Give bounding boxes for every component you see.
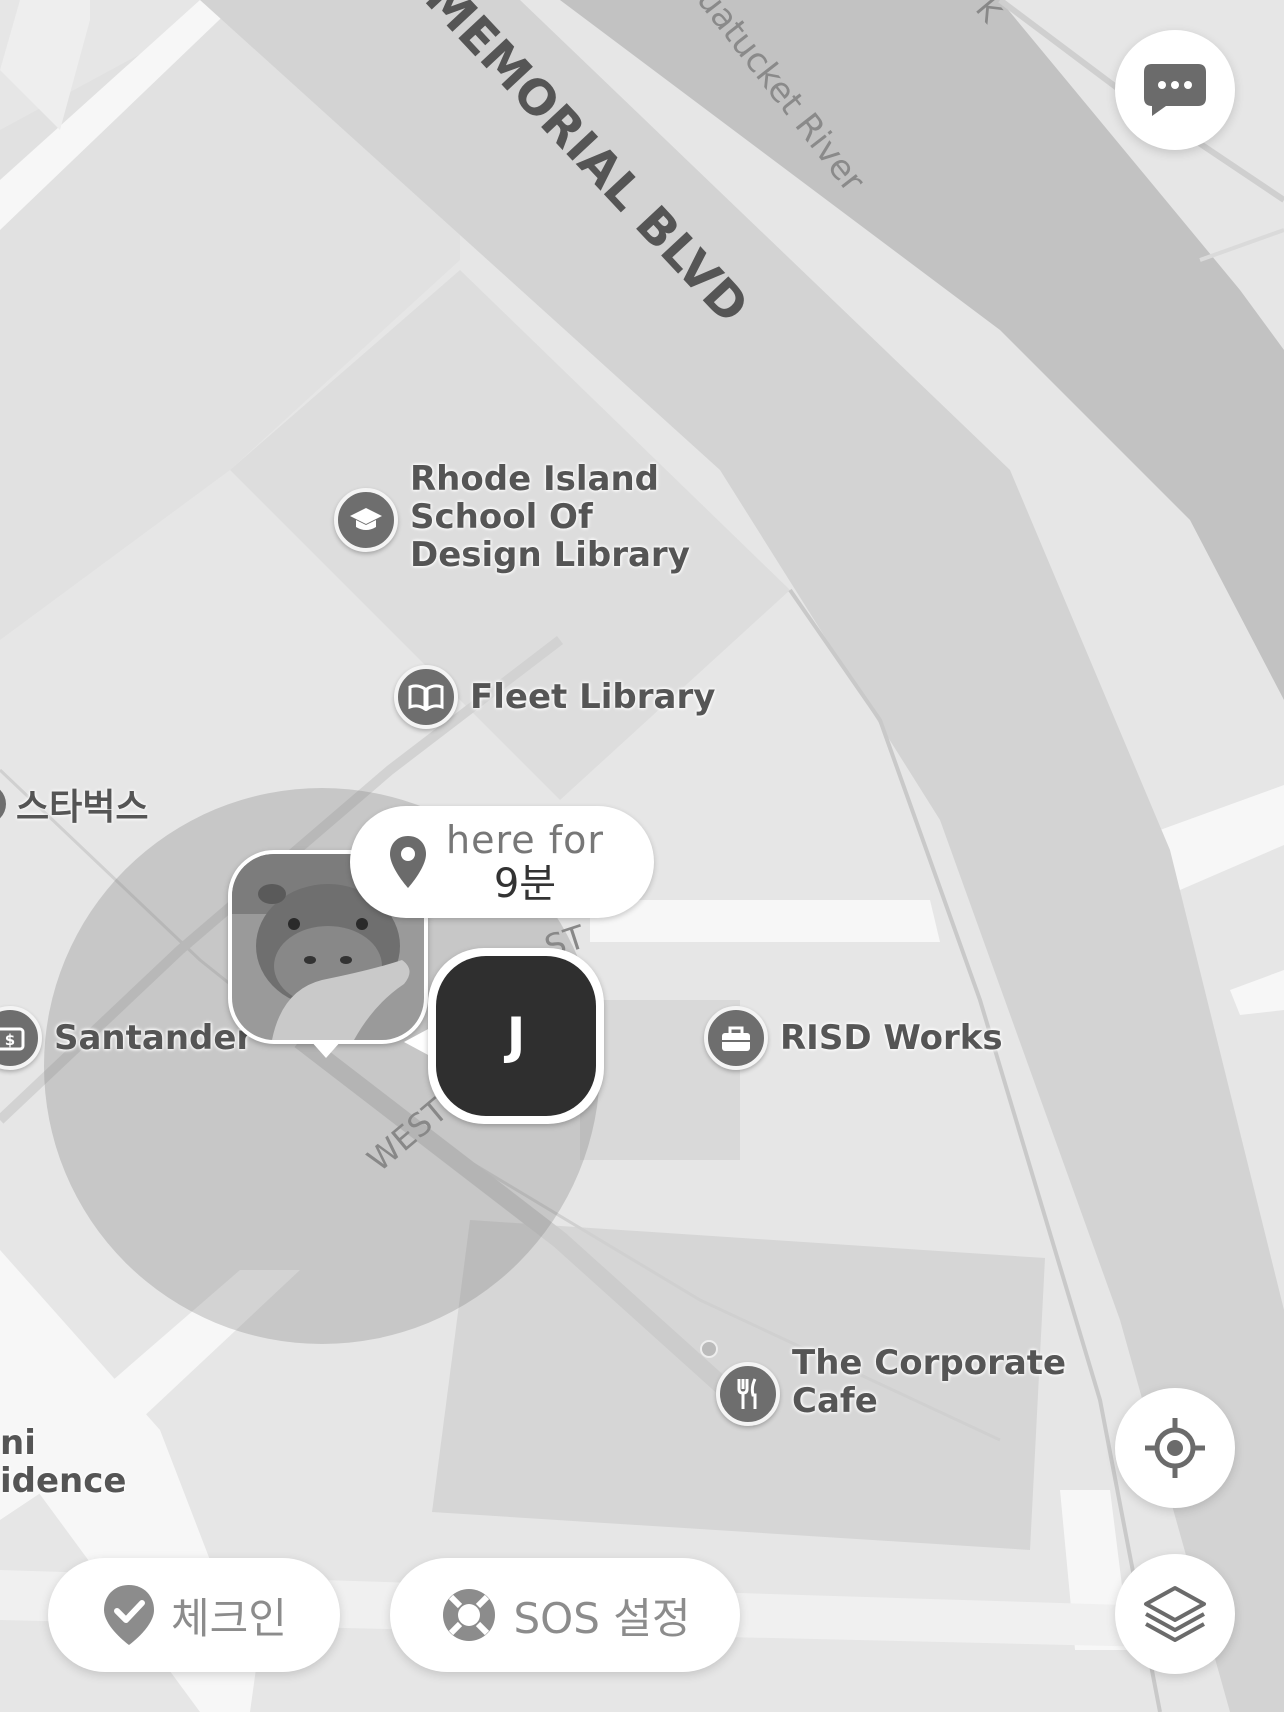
checkin-button[interactable]: 체크인 bbox=[48, 1558, 340, 1672]
poi-residence-fragment-label[interactable]: ni idence bbox=[0, 1424, 126, 1500]
user-initial: J bbox=[436, 956, 596, 1116]
open-book-icon bbox=[394, 665, 458, 729]
fork-knife-icon bbox=[716, 1362, 780, 1426]
poi-label: Santander bbox=[54, 1018, 254, 1058]
graduation-cap-icon bbox=[334, 488, 398, 552]
map-layers-button[interactable] bbox=[1115, 1554, 1235, 1674]
poi-corporate-cafe[interactable]: The Corporate Cafe bbox=[716, 1344, 1066, 1426]
shopping-bag-icon bbox=[704, 1006, 768, 1070]
poi-santander[interactable]: $ Santander bbox=[0, 1006, 253, 1070]
user-marker-pointer bbox=[404, 1028, 430, 1056]
user-marker[interactable]: J bbox=[428, 948, 604, 1124]
here-for-bubble[interactable]: here for 9분 bbox=[350, 806, 654, 918]
duration-value: 9분 bbox=[493, 861, 557, 907]
poi-risd-library[interactable]: Rhode Island School Of Design Library bbox=[334, 460, 690, 574]
location-pin-icon bbox=[388, 834, 428, 890]
small-map-dot bbox=[700, 1340, 718, 1358]
map-view[interactable]: MEMORIAL BLVD uatucket River K WEST ST R… bbox=[0, 0, 1284, 1712]
friend-avatar-pointer bbox=[310, 1040, 342, 1058]
chat-bubble-icon bbox=[1142, 62, 1208, 118]
checkin-pin-icon bbox=[101, 1583, 157, 1647]
poi-label: Rhode Island School Of Design Library bbox=[410, 459, 690, 575]
locate-me-button[interactable] bbox=[1115, 1388, 1235, 1508]
lifebuoy-icon bbox=[439, 1585, 499, 1645]
poi-risd-works[interactable]: RISD Works bbox=[704, 1006, 1003, 1070]
poi-fleet-library[interactable]: Fleet Library bbox=[394, 665, 715, 729]
poi-starbucks-label[interactable]: 스타벅스 bbox=[16, 778, 148, 830]
crosshair-icon bbox=[1143, 1416, 1207, 1480]
sos-settings-button[interactable]: SOS 설정 bbox=[390, 1558, 740, 1672]
sos-settings-label: SOS 설정 bbox=[513, 1593, 691, 1643]
layers-icon bbox=[1142, 1584, 1208, 1644]
checkin-label: 체크인 bbox=[171, 1593, 287, 1643]
svg-text:$: $ bbox=[5, 1031, 15, 1049]
here-for-label: here for bbox=[446, 818, 604, 862]
bank-icon: $ bbox=[0, 1006, 42, 1070]
poi-label: The Corporate Cafe bbox=[792, 1343, 1067, 1421]
chat-button[interactable] bbox=[1115, 30, 1235, 150]
poi-label: Fleet Library bbox=[470, 677, 716, 717]
poi-label: RISD Works bbox=[780, 1018, 1003, 1058]
